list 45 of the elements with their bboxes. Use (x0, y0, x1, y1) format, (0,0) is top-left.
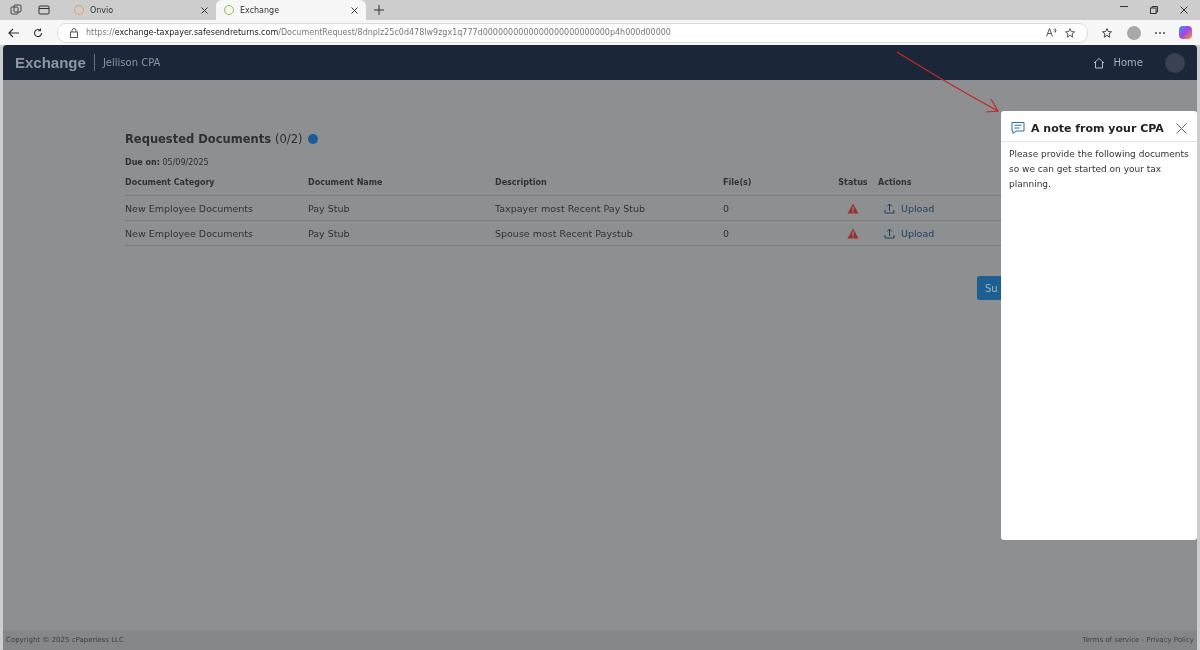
lock-icon (70, 27, 78, 38)
column-header: Description (495, 177, 548, 187)
table-cell-text: 0 (723, 202, 731, 214)
new-tab-icon[interactable] (374, 5, 384, 15)
close-icon[interactable] (201, 6, 208, 14)
table-cell-text: New Employee Documents (125, 202, 254, 214)
close-icon[interactable] (1176, 122, 1187, 134)
column-header: Actions (878, 177, 913, 187)
note-title: A note from your CPA (1031, 121, 1164, 135)
restore-icon[interactable] (1150, 6, 1158, 14)
section-title: Requested Documents (0/2) (125, 132, 303, 146)
close-icon[interactable] (1180, 6, 1188, 14)
upload-icon[interactable] (884, 202, 895, 214)
brand-logo: Exchange (15, 54, 95, 71)
table-cell-text: 0 (723, 227, 731, 239)
copilot-icon[interactable] (1179, 26, 1192, 39)
table-cell-text: Spouse most Recent Paystub (495, 227, 634, 239)
favorites-icon[interactable] (1102, 27, 1113, 38)
read-aloud-icon[interactable] (1046, 28, 1057, 37)
back-icon[interactable] (8, 27, 19, 38)
column-header: File(s) (723, 177, 753, 187)
table-cell-text: Taxpayer most Recent Pay Stub (495, 202, 647, 214)
column-header: Document Name (308, 177, 384, 187)
tab-actions-icon[interactable] (38, 4, 50, 16)
reload-icon[interactable] (33, 27, 43, 38)
table-cell-text: Pay Stub (308, 227, 351, 239)
close-icon[interactable] (351, 6, 358, 14)
workspaces-icon[interactable] (10, 4, 22, 16)
table-cell-text: New Employee Documents (125, 227, 254, 239)
url-text: https://exchange-taxpayer.safesendreturns.com/DocumentRequest/8dnplz25c0d478lw9zgx1q777d0000000000000000000000000p4h000d00000 (86, 28, 671, 37)
column-header: Status (837, 177, 869, 187)
star-icon[interactable] (1065, 27, 1075, 38)
browser-tab[interactable]: Onvio (66, 0, 216, 20)
note-text: Please provide the following documents so we can get started on your tax planning. (1008, 148, 1190, 191)
home-link[interactable]: Home (1113, 57, 1143, 68)
table-cell-text: Pay Stub (308, 202, 351, 214)
upload-icon[interactable] (884, 227, 895, 239)
browser-tab[interactable]: Exchange (216, 0, 366, 20)
home-icon[interactable] (1093, 56, 1106, 69)
chat-icon (1011, 121, 1025, 135)
due-date: Due on: 05/09/2025 (125, 158, 210, 167)
more-icon[interactable] (1155, 31, 1165, 34)
address-bar[interactable]: https://exchange-taxpayer.safesendreturns.com/DocumentRequest/8dnplz25c0d478lw9zgx1q777d0000000000000000000000000p4h000d00000 (57, 22, 1088, 43)
column-header: Document Category (125, 177, 216, 187)
firm-name: Jellison CPA (102, 57, 161, 68)
